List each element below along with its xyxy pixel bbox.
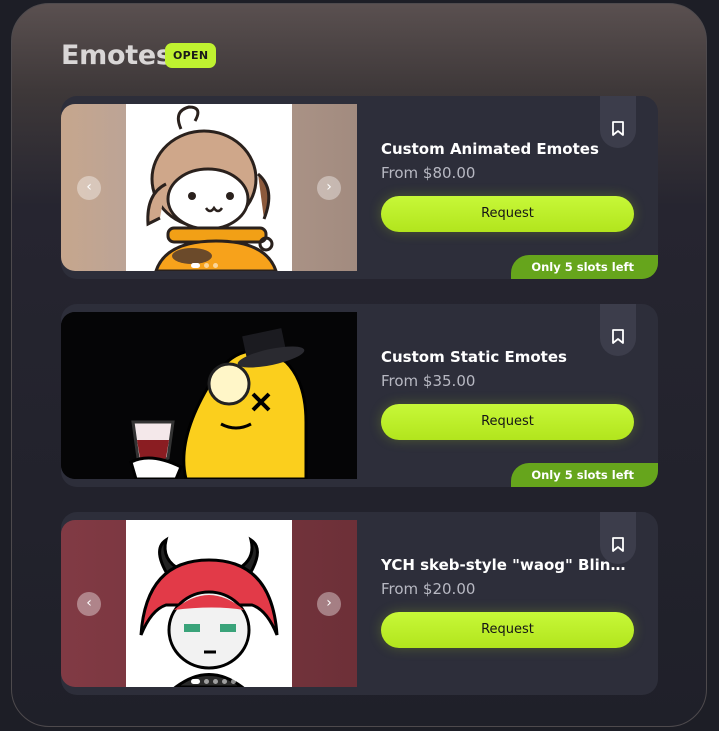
emote-preview-image (126, 520, 292, 687)
commission-price: From $20.00 (381, 580, 476, 598)
commission-price: From $80.00 (381, 164, 476, 182)
carousel-next-button[interactable]: › (317, 176, 341, 200)
carousel-prev-button[interactable]: ‹ (77, 592, 101, 616)
carousel-dots (191, 679, 236, 684)
commission-card[interactable]: Custom Static Emotes From $35.00 Request… (61, 304, 658, 487)
commission-name[interactable]: YCH skeb-style "waog" Blinking Emote (381, 556, 633, 574)
emotes-section: Emotes OPEN ‹ › Custom Animated Emotes F… (11, 3, 707, 727)
bookmark-icon (612, 329, 624, 344)
carousel-dot[interactable] (191, 679, 200, 684)
image-carousel[interactable] (61, 312, 357, 479)
commission-name[interactable]: Custom Static Emotes (381, 348, 633, 366)
carousel-dot[interactable] (222, 679, 227, 684)
emote-preview-image (61, 312, 357, 479)
card-info: YCH skeb-style "waog" Blinking Emote Fro… (381, 556, 641, 648)
carousel-prev-button[interactable]: ‹ (77, 176, 101, 200)
slots-left-badge: Only 5 slots left (511, 463, 658, 487)
image-carousel[interactable]: ‹ › (61, 520, 357, 687)
commission-card[interactable]: ‹ › YCH skeb-style "waog" Blinking Emote… (61, 512, 658, 695)
bookmark-button[interactable] (600, 96, 636, 148)
carousel-next-button[interactable]: › (317, 592, 341, 616)
request-button[interactable]: Request (381, 404, 634, 440)
carousel-dot[interactable] (191, 263, 200, 268)
request-button[interactable]: Request (381, 196, 634, 232)
request-button[interactable]: Request (381, 612, 634, 648)
bookmark-button[interactable] (600, 304, 636, 356)
bookmark-icon (612, 537, 624, 552)
card-info: Custom Animated Emotes From $80.00 Reque… (381, 140, 641, 232)
card-info: Custom Static Emotes From $35.00 Request (381, 348, 641, 440)
carousel-dot[interactable] (204, 679, 209, 684)
carousel-dots (191, 263, 218, 268)
carousel-dot[interactable] (213, 263, 218, 268)
carousel-dot[interactable] (231, 679, 236, 684)
section-title: Emotes (61, 40, 172, 71)
emote-preview-image (126, 104, 292, 271)
carousel-dot[interactable] (213, 679, 218, 684)
commission-name[interactable]: Custom Animated Emotes (381, 140, 633, 158)
carousel-dot[interactable] (204, 263, 209, 268)
bookmark-button[interactable] (600, 512, 636, 564)
commission-price: From $35.00 (381, 372, 476, 390)
status-badge: OPEN (165, 43, 217, 68)
slots-left-badge: Only 5 slots left (511, 255, 658, 279)
commission-card[interactable]: ‹ › Custom Animated Emotes From $80.00 R… (61, 96, 658, 279)
bookmark-icon (612, 121, 624, 136)
image-carousel[interactable]: ‹ › (61, 104, 357, 271)
